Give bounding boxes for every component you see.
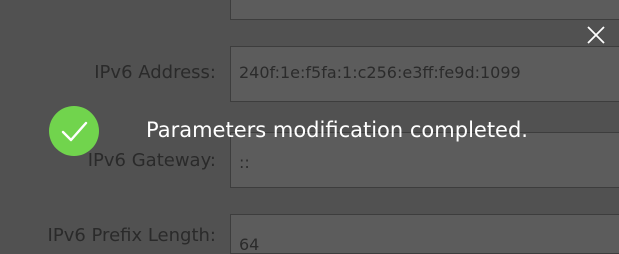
previous-field[interactable] xyxy=(230,0,619,20)
ipv6-address-label: IPv6 Address: xyxy=(94,62,216,83)
toast-message: Parameters modification completed. xyxy=(146,118,528,142)
ipv6-prefix-length-field[interactable]: 64 xyxy=(230,214,619,254)
ipv6-gateway-label: IPv6 Gateway: xyxy=(87,150,216,171)
ipv6-address-field[interactable]: 240f:1e:f5fa:1:c256:e3ff:fe9d:1099 xyxy=(230,46,619,102)
ipv6-prefix-length-label: IPv6 Prefix Length: xyxy=(47,225,216,246)
check-circle-icon xyxy=(49,106,99,156)
close-icon[interactable] xyxy=(585,24,607,46)
